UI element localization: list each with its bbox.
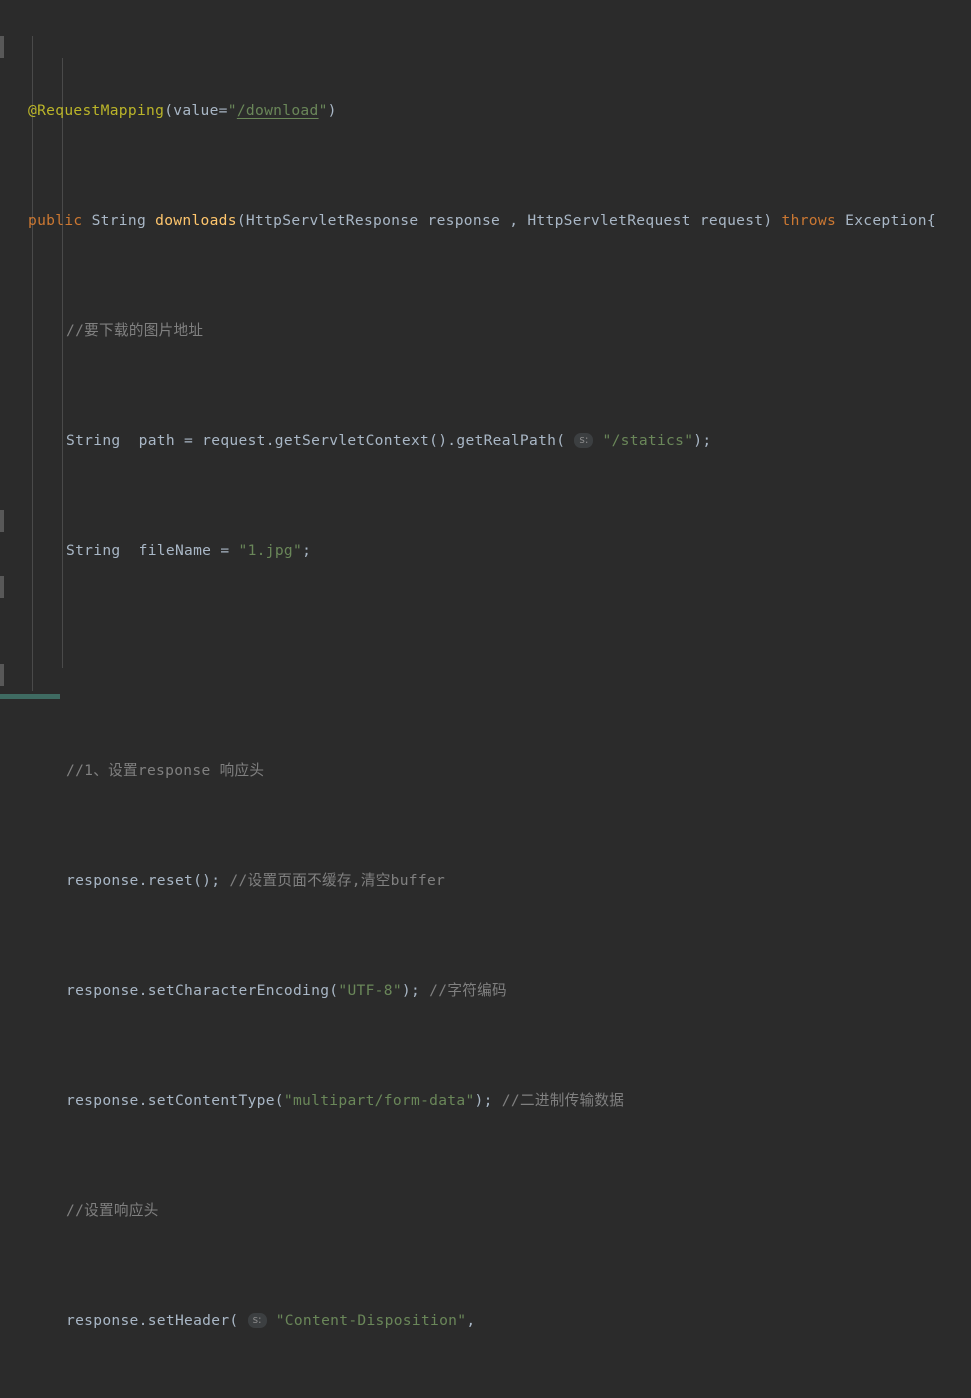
string-quote: "	[318, 102, 328, 119]
code-line[interactable]: response.setContentType("multipart/form-…	[0, 1090, 971, 1112]
code-line[interactable]: response.setCharacterEncoding("UTF-8"); …	[0, 980, 971, 1002]
code-token: String fileName =	[66, 542, 239, 559]
code-token: (value=	[164, 102, 228, 119]
method-name-token[interactable]: downloads	[155, 212, 237, 229]
code-token: );	[474, 1092, 493, 1109]
comment-token: //要下载的图片地址	[66, 322, 204, 339]
code-token: response.setCharacterEncoding(	[66, 982, 339, 999]
comment-token: //1、设置response 响应头	[66, 762, 265, 779]
code-token: (HttpServletResponse response , HttpServ…	[236, 212, 782, 229]
code-token: );	[401, 982, 421, 999]
code-line[interactable]: //设置响应头	[0, 1200, 971, 1222]
annotation-token: @RequestMapping	[28, 102, 165, 119]
code-token: response.setHeader(	[66, 1312, 248, 1329]
parameter-hint-badge[interactable]: s:	[574, 433, 594, 448]
code-line-blank[interactable]	[0, 650, 971, 672]
parameter-hint-badge[interactable]: s:	[247, 1313, 267, 1328]
code-line[interactable]: @RequestMapping(value="/download")	[0, 100, 971, 122]
code-line[interactable]: String path = request.getServletContext(…	[0, 430, 971, 452]
keyword-token: throws	[781, 212, 837, 229]
comment-token: //设置响应头	[66, 1202, 159, 1219]
code-line[interactable]: String fileName = "1.jpg";	[0, 540, 971, 562]
code-token: String path = request.getServletContext(…	[66, 432, 575, 449]
code-token: String	[82, 212, 156, 229]
code-line[interactable]: response.setHeader( s: "Content-Disposit…	[0, 1310, 971, 1332]
code-token: ;	[302, 542, 312, 559]
code-line[interactable]: //1、设置response 响应头	[0, 760, 971, 782]
code-token: )	[327, 102, 337, 119]
code-editor[interactable]: @RequestMapping(value="/download") publi…	[0, 0, 971, 1329]
string-token: "Content-Disposition"	[275, 1312, 467, 1329]
url-literal[interactable]: /download	[237, 102, 319, 119]
keyword-token: public	[28, 212, 83, 229]
code-token: response.reset();	[66, 872, 221, 889]
code-content[interactable]: @RequestMapping(value="/download") publi…	[0, 0, 971, 1329]
comment-token: //二进制传输数据	[492, 1092, 625, 1109]
code-token: response.setContentType(	[66, 1092, 284, 1109]
string-token: "/statics"	[602, 432, 694, 449]
comment-token: //设置页面不缓存,清空buffer	[220, 872, 446, 889]
code-line[interactable]: public String downloads(HttpServletRespo…	[0, 210, 971, 232]
string-token: "1.jpg"	[238, 542, 303, 559]
code-token: Exception{	[836, 212, 936, 229]
string-token: "UTF-8"	[338, 982, 402, 999]
code-line[interactable]: response.reset(); //设置页面不缓存,清空buffer	[0, 870, 971, 892]
comment-token: //字符编码	[420, 982, 507, 999]
code-line[interactable]: //要下载的图片地址	[0, 320, 971, 342]
string-token: "multipart/form-data"	[283, 1092, 475, 1109]
code-token: );	[693, 432, 712, 449]
code-token: ,	[466, 1312, 476, 1329]
string-quote: "	[227, 102, 237, 119]
